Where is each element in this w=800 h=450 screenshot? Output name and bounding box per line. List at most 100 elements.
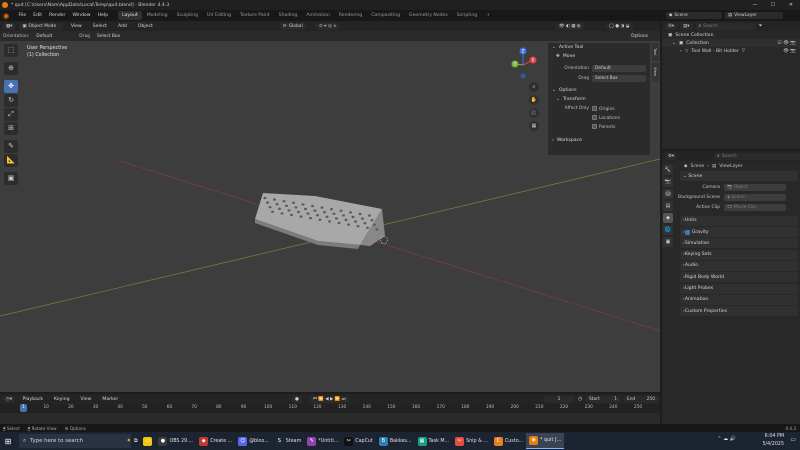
outliner-collection[interactable]: ⌄ ▣ Collection ☑ 👁 📷 [662, 39, 800, 47]
close-button[interactable]: ✕ [782, 0, 800, 10]
measure-icon[interactable]: 📐 [4, 154, 18, 167]
taskbar-app-4[interactable]: ✎ *Untitl... [304, 433, 341, 449]
add-workspace-button[interactable]: + [482, 11, 494, 20]
timeline-ruler[interactable]: 1102030405060708090100110120130140150160… [0, 404, 660, 413]
options-dropdown[interactable]: Options [628, 32, 651, 40]
taskbar-app-5[interactable]: ✂ CapCut [341, 433, 376, 449]
section-keying-sets[interactable]: › Keying Sets [680, 249, 798, 260]
camera-view-icon[interactable]: 🎥 [529, 108, 539, 118]
end-frame-field[interactable]: End 250 [624, 395, 658, 403]
active-clip-field[interactable]: 🎞 Movie Clip [724, 204, 786, 212]
section-units[interactable]: › Units [680, 215, 798, 226]
task-view-icon[interactable]: ⧉ [131, 433, 140, 449]
workspace-tab-sculpting[interactable]: Sculpting [173, 11, 202, 20]
viewport-overlay-buttons[interactable]: 👁 ◐ ▦ ◍ [556, 22, 584, 30]
move-icon[interactable]: ✥ [4, 80, 18, 93]
workspace-tab-modeling[interactable]: Modeling [143, 11, 172, 20]
scene-selector[interactable]: ◆ Scene [666, 12, 722, 19]
start-frame-field[interactable]: Start 1 [586, 395, 620, 403]
taskbar-app-3[interactable]: S Steam [272, 433, 305, 449]
taskbar-app-9[interactable]: C Custo... [491, 433, 526, 449]
menu-render[interactable]: Render [46, 10, 69, 21]
section-gravity[interactable]: › Gravity [680, 227, 798, 238]
menu-window[interactable]: Window [69, 10, 94, 21]
filter-icon[interactable]: ⏷ [759, 23, 763, 29]
properties-search-input[interactable]: ⌕ Search [714, 152, 800, 160]
editor-type-button[interactable]: ▦▾ [3, 22, 16, 30]
section-animation[interactable]: › Animation [680, 294, 798, 305]
viewlayer-selector[interactable]: ▤ ViewLayer [725, 12, 783, 19]
file-explorer-icon[interactable]: ▭ [140, 433, 155, 449]
playback-controls[interactable]: ⏮ ⏪ ◀ ▶ ⏩ ⏭ [310, 395, 349, 403]
gravity-checkbox[interactable] [684, 229, 690, 235]
timeline-editor-type[interactable]: ◷▾ [3, 395, 16, 403]
outliner-search-input[interactable]: ⌕ Search [695, 22, 756, 30]
scene-tab-icon[interactable]: ◆ [663, 213, 673, 223]
taskbar-app-8[interactable]: ✂ Snip & ... [452, 433, 491, 449]
affect-locations-checkbox[interactable]: Locations [592, 114, 620, 121]
notification-icon[interactable]: ▭ [790, 436, 796, 443]
shading-mode-buttons[interactable]: ◯ ● ◑ ◒ [606, 22, 633, 30]
active-tool-header[interactable]: ⌄ Active Tool [548, 43, 650, 52]
section-light-probes[interactable]: › Light Probes [680, 283, 798, 294]
orientation-field[interactable]: Default [33, 32, 76, 40]
taskbar-app-1[interactable]: ◆ Create ... [196, 433, 235, 449]
taskbar-search-input[interactable]: ⌕ Type here to search ✦ [19, 434, 131, 448]
background-scene-field[interactable]: ◆ Scene [724, 193, 786, 201]
pivot-snap-buttons[interactable]: ⊙ ⌖ ◎ ∧ [316, 22, 340, 30]
add-cube-icon[interactable]: ▣ [4, 172, 18, 185]
scene-section-header[interactable]: ⌄ Scene [680, 171, 798, 182]
record-button[interactable]: ● [292, 395, 302, 403]
workspace-tab-uv-editing[interactable]: UV Editing [203, 11, 235, 20]
view-layer-tab-icon[interactable]: ▤ [663, 201, 673, 211]
transform-orientation-selector[interactable]: ⟳ Global [280, 22, 306, 30]
windows-start-icon[interactable]: ⊞ [0, 437, 16, 446]
outliner-object-row[interactable]: › ▽ Tool Wall - Bit Holder ∇ 👁 📷 [662, 47, 800, 55]
affect-parents-checkbox[interactable]: Parents [592, 123, 615, 130]
section-rigid-body-world[interactable]: › Rigid Body World [680, 272, 798, 283]
scale-icon[interactable]: ⤢ [4, 108, 18, 121]
workspace-tab-animation[interactable]: Animation [302, 11, 333, 20]
options-header[interactable]: ⌄ Options [548, 86, 650, 95]
section-audio[interactable]: › Audio [680, 260, 798, 271]
workspace-tab-scripting[interactable]: Scripting [453, 11, 481, 20]
workspace-tab-shading[interactable]: Shading [275, 11, 302, 20]
taskbar-app-0[interactable]: ● OBS 29.... [155, 433, 196, 449]
timeline-menu-playback[interactable]: Playback [19, 394, 47, 405]
transform-icon[interactable]: ⊞ [4, 122, 18, 135]
tool-tab-icon[interactable]: 🔧 [663, 165, 673, 175]
workspace-tab-rendering[interactable]: Rendering [335, 11, 366, 20]
camera-field[interactable]: 📷 Object [724, 183, 786, 191]
outliner-display-mode[interactable]: ▤▾ [680, 22, 693, 30]
taskbar-app-10[interactable]: ◉ * quit [... [526, 433, 565, 449]
current-frame-field[interactable]: 1 [544, 395, 574, 403]
world-tab-icon[interactable]: 🌐 [663, 225, 673, 235]
section-simulation[interactable]: › Simulation [680, 238, 798, 249]
minimize-button[interactable]: — [746, 0, 764, 10]
vp-menu-select[interactable]: Select [89, 21, 110, 32]
np-drag-field[interactable]: Select Box [592, 74, 646, 82]
menu-file[interactable]: File [15, 10, 30, 21]
outliner-scene-collection[interactable]: ▣ Scene Collection [662, 31, 800, 39]
vp-menu-object[interactable]: Object [134, 21, 156, 32]
visibility-icons[interactable]: ☑ 👁 📷 [777, 41, 796, 46]
menu-edit[interactable]: Edit [30, 10, 46, 21]
annotate-icon[interactable]: ✎ [4, 140, 18, 153]
rotate-icon[interactable]: ↻ [4, 94, 18, 107]
pan-hand-icon[interactable]: ✋ [529, 95, 539, 105]
sidebar-tab-tool[interactable]: Tool [652, 43, 659, 61]
transform-header[interactable]: ⌄ Transform [548, 95, 650, 104]
grid-view-icon[interactable]: ▦ [529, 121, 539, 131]
select-box-icon[interactable]: ⬚ [4, 44, 18, 57]
workspace-header[interactable]: › Workspace [548, 136, 650, 145]
menu-help[interactable]: Help [94, 10, 111, 21]
taskbar-app-2[interactable]: ☺ @bloo... [235, 433, 272, 449]
drag-field[interactable]: Select Box [93, 32, 126, 40]
output-tab-icon[interactable]: 🖨 [663, 189, 673, 199]
sidebar-tab-view[interactable]: View [652, 63, 659, 81]
mode-selector[interactable]: ▣ Object Mode [19, 22, 64, 30]
taskbar-app-7[interactable]: ▦ Task M... [415, 433, 453, 449]
timeline-menu-marker[interactable]: Marker [99, 394, 122, 405]
workspace-tab-compositing[interactable]: Compositing [367, 11, 404, 20]
render-tab-icon[interactable]: 📷 [663, 177, 673, 187]
